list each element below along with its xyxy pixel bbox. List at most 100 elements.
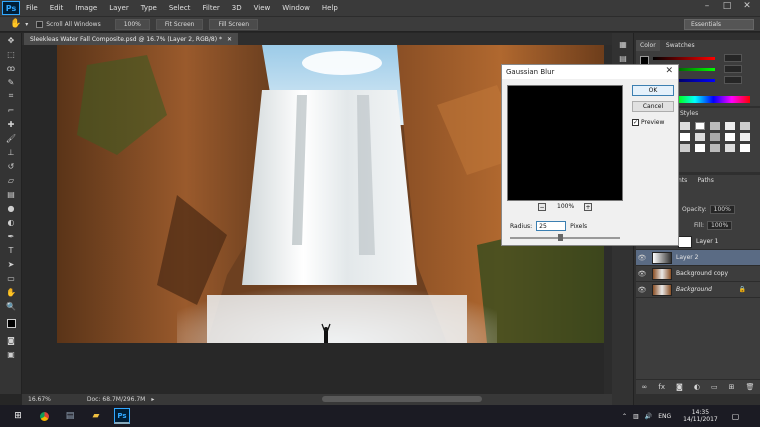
style-swatch[interactable] — [740, 133, 750, 141]
volume-icon[interactable]: 🔊 — [645, 413, 652, 420]
healing-tool-icon[interactable]: ✚ — [0, 117, 22, 131]
layer-row-background[interactable]: 👁 Background 🔒 — [636, 282, 760, 298]
style-swatch[interactable] — [695, 122, 705, 130]
zoom-100-button[interactable]: 100% — [114, 18, 150, 30]
style-swatch[interactable] — [695, 144, 705, 152]
file-explorer-icon[interactable]: ▰ — [88, 408, 104, 424]
language-indicator[interactable]: ENG — [658, 413, 671, 420]
shape-tool-icon[interactable]: ▭ — [0, 271, 22, 285]
style-swatch[interactable] — [740, 144, 750, 152]
adjustment-layer-icon[interactable]: ◐ — [694, 383, 700, 391]
tab-color[interactable]: Color — [636, 40, 660, 51]
document-tab[interactable]: Sleekleas Water Fall Composite.psd @ 16.… — [24, 33, 238, 45]
minimize-button[interactable]: – — [698, 1, 716, 11]
visibility-eye-icon[interactable]: 👁 — [636, 286, 648, 294]
style-swatch[interactable] — [725, 133, 735, 141]
notifications-icon[interactable]: ▢ — [732, 412, 740, 421]
quick-select-tool-icon[interactable]: ✎ — [0, 75, 22, 89]
menu-filter[interactable]: Filter — [196, 4, 225, 12]
marquee-tool-icon[interactable]: ⬚ — [0, 47, 22, 61]
red-value[interactable] — [724, 54, 742, 62]
maximize-button[interactable]: □ — [718, 1, 736, 11]
pen-tool-icon[interactable]: ✒ — [0, 229, 22, 243]
brush-tool-icon[interactable]: 🖌 — [0, 131, 22, 145]
fill-input[interactable]: 100% — [707, 221, 733, 230]
path-select-tool-icon[interactable]: ➤ — [0, 257, 22, 271]
layer-row-layer-2[interactable]: 👁 Layer 2 — [636, 250, 760, 266]
menu-view[interactable]: View — [248, 4, 277, 12]
preview-checkbox[interactable]: ✓ — [632, 119, 639, 126]
move-tool-icon[interactable]: ✥ — [0, 33, 22, 47]
opacity-input[interactable]: 100% — [709, 205, 735, 214]
style-swatch[interactable] — [725, 122, 735, 130]
menu-layer[interactable]: Layer — [103, 4, 135, 12]
quick-mask-icon[interactable]: ◙ — [0, 333, 22, 347]
dialog-close-icon[interactable]: ✕ — [665, 66, 673, 76]
menu-window[interactable]: Window — [276, 4, 316, 12]
visibility-eye-icon[interactable]: 👁 — [636, 254, 648, 262]
menu-help[interactable]: Help — [316, 4, 344, 12]
photoshop-taskbar-icon[interactable]: Ps — [114, 408, 130, 424]
lasso-tool-icon[interactable]: ꝏ — [0, 61, 22, 75]
menu-file[interactable]: File — [20, 4, 44, 12]
properties-panel-icon[interactable]: ▤ — [612, 51, 634, 65]
blue-value[interactable] — [724, 76, 742, 84]
zoom-out-icon[interactable]: − — [538, 203, 546, 211]
zoom-in-icon[interactable]: + — [584, 203, 592, 211]
layer-row-background-copy[interactable]: 👁 Background copy — [636, 266, 760, 282]
network-icon[interactable]: ▥ — [633, 413, 639, 420]
visibility-eye-icon[interactable]: 👁 — [636, 270, 648, 278]
add-mask-icon[interactable]: ◙ — [676, 383, 683, 391]
fill-screen-button[interactable]: Fill Screen — [209, 18, 259, 30]
hand-tool-side-icon[interactable]: ✋ — [0, 285, 22, 299]
radius-input[interactable]: 25 — [536, 221, 567, 231]
cancel-button[interactable]: Cancel — [632, 101, 674, 112]
type-tool-icon[interactable]: T — [0, 243, 22, 257]
delete-layer-icon[interactable]: 🗑 — [746, 383, 755, 391]
link-layers-icon[interactable]: ∞ — [642, 383, 648, 391]
history-brush-icon[interactable]: ↺ — [0, 159, 22, 173]
scroll-all-checkbox[interactable] — [36, 20, 44, 28]
ok-button[interactable]: OK — [632, 85, 674, 96]
notepad-icon[interactable]: ▤ — [62, 408, 78, 424]
style-swatch[interactable] — [710, 133, 720, 141]
style-swatch[interactable] — [680, 122, 690, 130]
green-value[interactable] — [724, 65, 742, 73]
screen-mode-icon[interactable]: ▣ — [0, 347, 22, 361]
style-swatch[interactable] — [710, 144, 720, 152]
new-layer-icon[interactable]: ⊞ — [729, 383, 735, 391]
tab-paths[interactable]: Paths — [694, 175, 718, 186]
menu-select[interactable]: Select — [163, 4, 197, 12]
style-swatch[interactable] — [680, 144, 690, 152]
zoom-level[interactable]: 16.67% — [28, 396, 51, 403]
style-swatch[interactable] — [695, 133, 705, 141]
gradient-tool-icon[interactable]: ▤ — [0, 187, 22, 201]
red-slider[interactable] — [653, 57, 715, 60]
stamp-tool-icon[interactable]: ⊥ — [0, 145, 22, 159]
menu-edit[interactable]: Edit — [44, 4, 70, 12]
color-swatches-icon[interactable] — [0, 313, 22, 333]
tab-styles[interactable]: Styles — [676, 108, 702, 119]
hand-tool-icon[interactable]: ✋ — [10, 19, 21, 29]
clock[interactable]: 14:35 14/11/2017 — [683, 409, 718, 423]
radius-slider-thumb[interactable] — [558, 234, 563, 241]
blur-tool-icon[interactable]: ● — [0, 201, 22, 215]
tool-preset-arrow-icon[interactable]: ▾ — [25, 21, 28, 28]
eraser-tool-icon[interactable]: ▱ — [0, 173, 22, 187]
tab-swatches[interactable]: Swatches — [662, 40, 699, 51]
style-swatch[interactable] — [710, 122, 720, 130]
tray-up-icon[interactable]: ⌃ — [622, 413, 627, 420]
close-tab-icon[interactable]: ✕ — [227, 36, 232, 43]
history-panel-icon[interactable]: ▦ — [612, 37, 634, 51]
fit-screen-button[interactable]: Fit Screen — [155, 18, 204, 30]
workspace-select[interactable]: Essentials — [684, 18, 754, 30]
dodge-tool-icon[interactable]: ◐ — [0, 215, 22, 229]
new-group-icon[interactable]: ▭ — [711, 383, 718, 391]
zoom-tool-icon[interactable]: 🔍 — [0, 299, 22, 313]
windows-start-icon[interactable]: ⊞ — [10, 408, 26, 424]
style-swatch[interactable] — [740, 122, 750, 130]
chrome-icon[interactable] — [36, 408, 52, 424]
radius-slider-track[interactable] — [510, 237, 620, 239]
style-swatch[interactable] — [680, 133, 690, 141]
menu-3d[interactable]: 3D — [226, 4, 248, 12]
